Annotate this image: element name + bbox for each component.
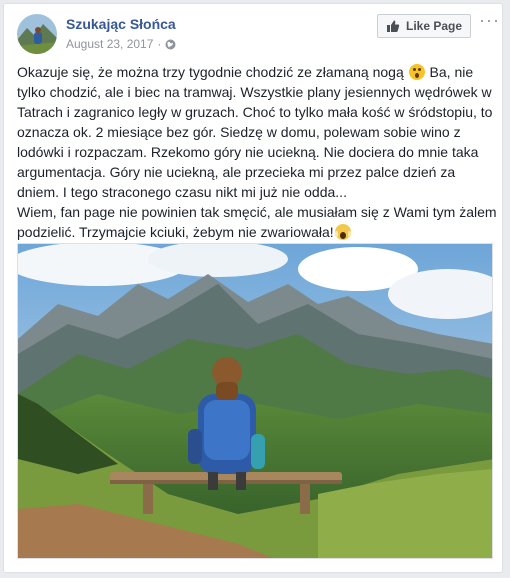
page-avatar[interactable] (17, 14, 57, 54)
globe-icon (165, 39, 176, 50)
screaming-face-emoji-icon (334, 224, 351, 240)
post-paragraph-2: Wiem, fan page nie powinien tak smęcić, … (17, 202, 497, 242)
page-name-link[interactable]: Szukając Słońca (66, 16, 176, 32)
post-date[interactable]: August 23, 2017 (66, 37, 153, 51)
post-card: Szukając Słońca August 23, 2017 · Like P… (3, 3, 503, 573)
surprised-face-emoji-icon (408, 64, 425, 80)
more-icon: ··· (479, 10, 500, 30)
post-photo[interactable] (17, 243, 493, 559)
post-text-part-3: Wiem, fan page nie powinien tak smęcić, … (17, 204, 497, 240)
thumbs-up-icon (386, 19, 400, 33)
more-options-button[interactable]: ··· (479, 11, 499, 30)
post-text: Okazuje się, że można trzy tygodnie chod… (17, 62, 497, 242)
like-page-label: Like Page (405, 19, 463, 33)
like-page-button[interactable]: Like Page (377, 14, 471, 38)
post-meta: August 23, 2017 · (66, 37, 176, 51)
post-text-part-2: Ba, nie tylko chodzić, ale i biec na tra… (17, 64, 493, 200)
post-paragraph-1: Okazuje się, że można trzy tygodnie chod… (17, 62, 497, 202)
post-text-part-1: Okazuje się, że można trzy tygodnie chod… (17, 64, 404, 80)
meta-separator: · (157, 37, 162, 51)
